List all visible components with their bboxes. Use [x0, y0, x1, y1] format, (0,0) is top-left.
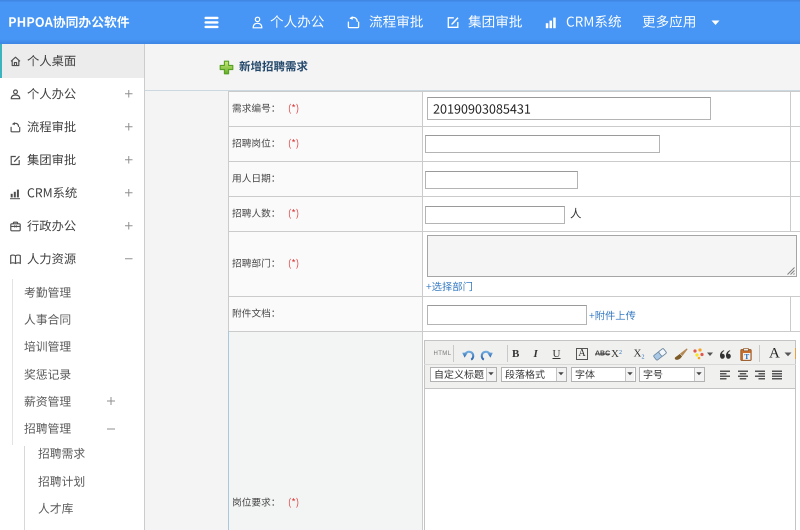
- svg-text:T: T: [744, 351, 749, 360]
